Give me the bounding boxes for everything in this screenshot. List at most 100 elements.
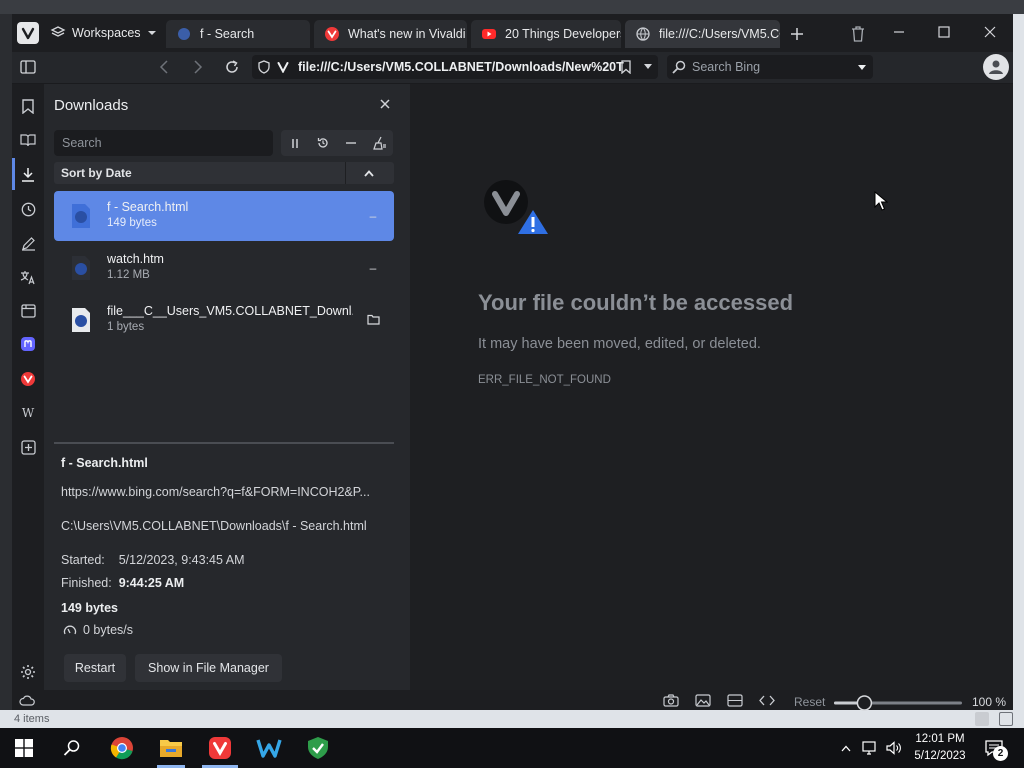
volume-tray-icon[interactable]	[884, 734, 904, 762]
reading-list-panel-button[interactable]	[19, 131, 37, 149]
remove-download-button[interactable]: –	[365, 260, 381, 276]
details-finished: Finished: 9:44:25 AM	[61, 576, 184, 590]
profile-button[interactable]	[983, 54, 1009, 80]
chevron-down-icon	[644, 64, 652, 69]
sync-button[interactable]	[19, 694, 35, 707]
download-size: 1.12 MB	[107, 269, 150, 281]
clock-time[interactable]: 12:01 PM	[910, 733, 970, 745]
back-button[interactable]	[155, 58, 173, 76]
desktop-background-top	[0, 0, 1024, 14]
wikipedia-panel-button[interactable]: W	[19, 404, 37, 422]
vivaldi-blank-icon	[178, 28, 190, 40]
taskbar-vivaldi[interactable]	[206, 734, 234, 762]
tab-whats-new-vivaldi[interactable]: What's new in Vivaldi |	[314, 20, 467, 48]
windows-logo-icon	[15, 739, 33, 757]
restart-label: Restart	[74, 661, 116, 675]
close-icon	[984, 26, 996, 38]
download-item-file[interactable]: file___C__Users_VM5.COLLABNET_Downl... 1…	[54, 295, 394, 345]
page-tiling-button[interactable]	[727, 694, 743, 707]
sort-direction-button[interactable]	[360, 164, 378, 182]
add-web-panel-button[interactable]	[19, 438, 37, 456]
downloads-panel-button[interactable]	[19, 165, 37, 183]
mastodon-panel-button[interactable]	[19, 335, 37, 353]
site-info-button[interactable]	[257, 59, 271, 75]
taskbar-app-w[interactable]	[255, 734, 283, 762]
active-panel-indicator	[12, 158, 15, 190]
download-item-watch[interactable]: watch.htm 1.12 MB –	[54, 243, 394, 293]
translate-panel-button[interactable]	[19, 268, 37, 286]
download-item-f-search[interactable]: f - Search.html 149 bytes –	[54, 191, 394, 241]
taskbar-file-explorer[interactable]	[157, 734, 185, 762]
bookmark-icon	[621, 60, 631, 74]
tab-20-things-developers[interactable]: 20 Things Developers |	[471, 20, 621, 48]
taskbar-search-button[interactable]	[58, 734, 86, 762]
bookmarks-panel-button[interactable]	[19, 97, 37, 115]
forward-button[interactable]	[189, 58, 207, 76]
tab-f-search[interactable]: f - Search	[166, 20, 310, 48]
vivaldi-menu-button[interactable]	[17, 22, 39, 44]
details-splitter[interactable]	[54, 442, 394, 444]
clock-icon	[21, 202, 35, 216]
notes-panel-button[interactable]	[19, 234, 37, 252]
network-tray-icon[interactable]	[860, 734, 880, 762]
download-size: 1 bytes	[107, 321, 145, 333]
image-icon	[695, 694, 711, 707]
show-in-file-manager-button[interactable]: Show in File Manager	[135, 654, 282, 682]
close-window-button[interactable]	[978, 22, 1002, 42]
page-content	[410, 84, 1013, 690]
book-icon	[20, 134, 36, 147]
minimize-button[interactable]	[887, 22, 911, 42]
minus-icon: –	[369, 261, 377, 275]
history-panel-button[interactable]	[19, 200, 37, 218]
url-text: file:///C:/Users/VM5.COLLABNET/Downloads…	[298, 60, 624, 74]
workspaces-button[interactable]: Workspaces	[50, 23, 157, 43]
reload-button[interactable]	[222, 57, 242, 77]
maximize-button[interactable]	[932, 22, 956, 42]
trash-button[interactable]	[849, 24, 867, 44]
new-tab-button[interactable]	[787, 24, 807, 44]
address-dropdown-button[interactable]	[641, 60, 655, 74]
images-toggle-button[interactable]	[695, 694, 711, 707]
start-button[interactable]	[10, 734, 38, 762]
chrome-icon	[110, 737, 133, 760]
resume-all-button[interactable]	[309, 130, 337, 156]
restart-button[interactable]: Restart	[64, 654, 126, 682]
remove-download-button[interactable]: –	[365, 208, 381, 224]
remove-completed-button[interactable]	[337, 130, 365, 156]
open-folder-button[interactable]	[365, 312, 381, 328]
error-illustration	[483, 180, 551, 236]
tab-file-active[interactable]: file:///C:/Users/VM5.CC	[625, 20, 780, 48]
zoom-reset-button[interactable]: Reset	[794, 695, 825, 709]
address-field[interactable]: file:///C:/Users/VM5.COLLABNET/Downloads…	[252, 55, 658, 79]
search-engine-dropdown[interactable]	[855, 61, 869, 73]
taskbar-chrome[interactable]	[108, 734, 136, 762]
workspaces-label: Workspaces	[72, 26, 141, 40]
window-panel-button[interactable]	[19, 302, 37, 320]
clock-date[interactable]: 5/12/2023	[910, 750, 970, 762]
pause-icon	[292, 138, 298, 148]
details-path[interactable]: C:\Users\VM5.COLLABNET\Downloads\f - Sea…	[61, 519, 367, 533]
finished-value: 9:44:25 AM	[118, 576, 185, 590]
details-started: Started: 5/12/2023, 9:43:45 AM	[61, 553, 244, 567]
explorer-view-tiles-icon[interactable]	[999, 712, 1013, 726]
close-icon	[380, 99, 390, 109]
panel-toggle-button[interactable]	[19, 58, 37, 76]
clean-up-button[interactable]	[365, 130, 393, 156]
downloads-search-input[interactable]: Search	[54, 130, 273, 156]
explorer-view-details-icon[interactable]	[975, 712, 989, 726]
show-hidden-icons-button[interactable]	[836, 734, 856, 762]
details-url[interactable]: https://www.bing.com/search?q=f&FORM=INC…	[61, 485, 370, 499]
page-actions-button[interactable]	[759, 694, 775, 707]
close-panel-button[interactable]	[377, 96, 393, 112]
vivaldi-web-panel-button[interactable]	[19, 370, 37, 388]
capture-button[interactable]	[663, 694, 679, 707]
search-field[interactable]: Search Bing	[667, 55, 873, 79]
bookmark-button[interactable]	[619, 58, 633, 76]
taskbar-shield-app[interactable]	[304, 734, 332, 762]
settings-button[interactable]	[19, 663, 37, 681]
vivaldi-icon	[325, 27, 339, 41]
pause-all-button[interactable]	[281, 130, 309, 156]
zoom-slider[interactable]	[834, 693, 962, 713]
started-value: 5/12/2023, 9:43:45 AM	[118, 553, 245, 567]
sort-dropdown[interactable]: Sort by Date	[54, 162, 394, 184]
